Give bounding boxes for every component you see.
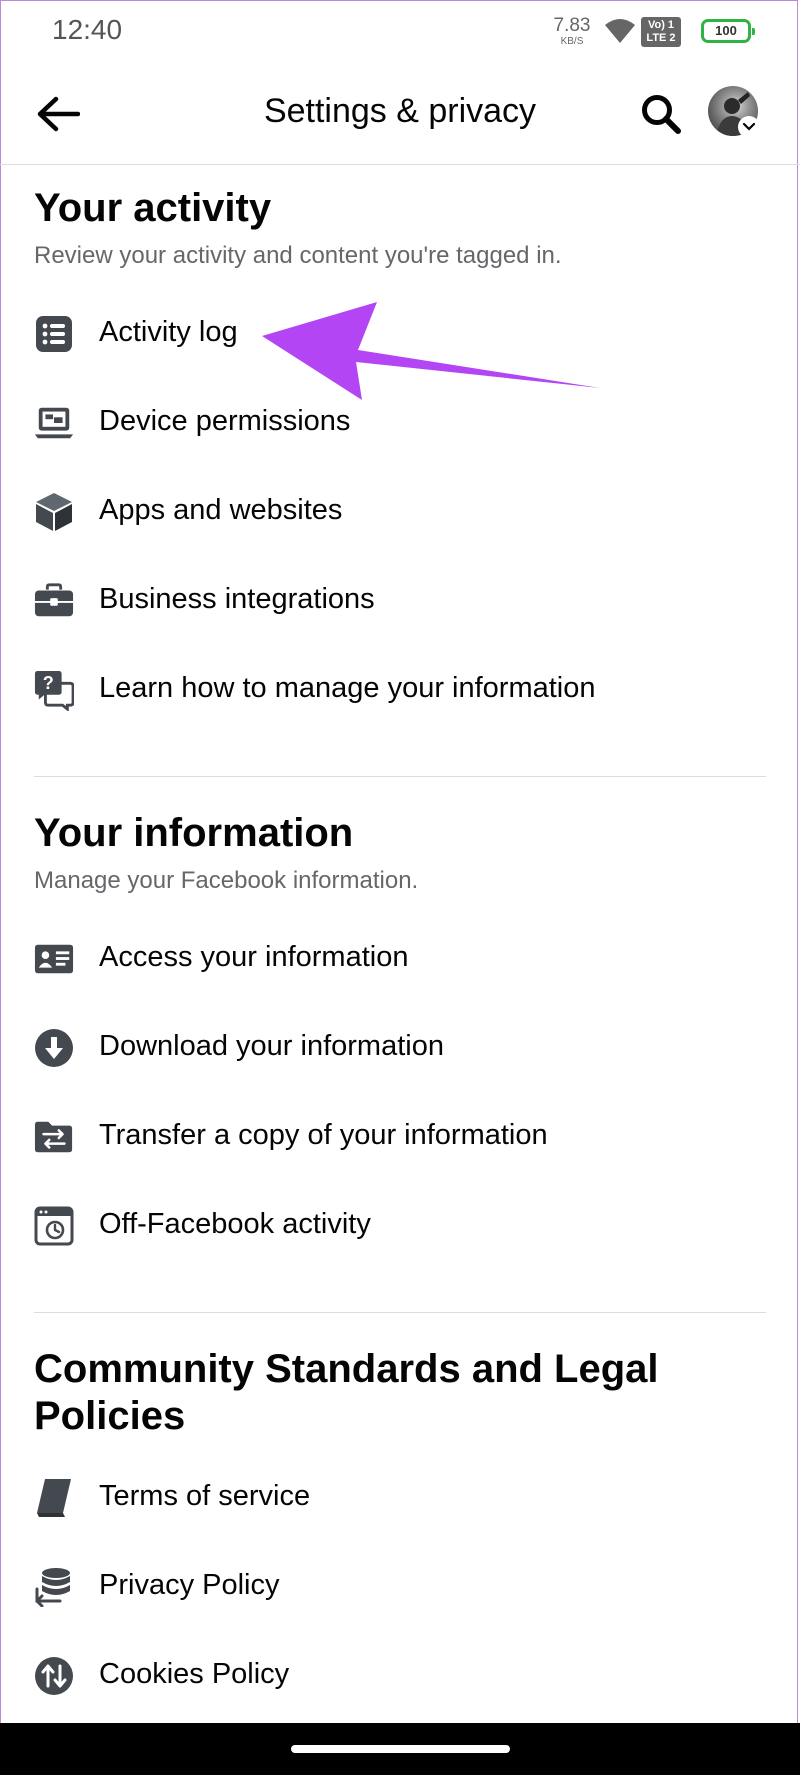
database-icon [34,1567,74,1607]
menu-item-apps-and-websites[interactable]: Apps and websites [0,474,800,550]
menu-item-learn-manage-information[interactable]: ? Learn how to manage your information [0,652,800,728]
folder-transfer-icon [34,1117,74,1157]
top-app-bar: Settings & privacy [0,64,800,165]
volte-line1: Vo) 1 [647,19,675,31]
list-icon [34,314,74,354]
battery-icon: 100 [701,19,755,43]
book-icon [34,1478,74,1518]
section-subtitle-your-activity: Review your activity and content you're … [34,242,562,269]
cookie-arrows-icon [34,1656,74,1696]
menu-item-terms-of-service[interactable]: Terms of service [0,1460,800,1536]
status-bar: 12:40 7.83 KB/S Vo) 1 LTE 2 100 [0,0,800,64]
search-button[interactable] [636,86,686,142]
briefcase-icon [34,581,74,621]
menu-item-label: Activity log [99,316,238,348]
menu-item-label: Terms of service [99,1480,311,1512]
menu-item-label: Download your information [99,1030,444,1062]
account-switcher-button[interactable] [738,116,760,138]
menu-item-access-your-information[interactable]: Access your information [0,921,800,997]
menu-item-label: Business integrations [99,583,375,615]
menu-item-download-your-information[interactable]: Download your information [0,1010,800,1086]
menu-item-label: Transfer a copy of your information [99,1119,548,1151]
system-navigation-bar [0,1723,800,1775]
volte-line2: LTE 2 [646,32,676,44]
section-divider [34,776,766,777]
menu-item-label: Access your information [99,941,409,973]
volte-signal-icon: Vo) 1 LTE 2 [641,17,681,47]
section-title-your-information: Your information [34,811,354,855]
cube-icon [34,492,74,532]
menu-item-label: Apps and websites [99,494,343,526]
wifi-icon [605,19,635,43]
chevron-down-icon [742,122,756,131]
network-speed: 7.83 KB/S [552,16,592,47]
battery-level: 100 [715,23,737,38]
menu-item-label: Learn how to manage your information [99,672,596,704]
network-speed-value: 7.83 [553,15,591,36]
network-speed-unit: KB/S [560,36,584,47]
section-title-community-standards: Community Standards and Legal Policies [34,1347,659,1438]
history-window-icon [34,1206,74,1246]
section-subtitle-your-information: Manage your Facebook information. [34,867,419,894]
laptop-icon [34,403,74,443]
search-icon [642,95,681,134]
menu-item-label: Device permissions [99,405,351,437]
section-divider [34,1312,766,1313]
menu-item-label: Off-Facebook activity [99,1208,371,1240]
menu-item-cookies-policy[interactable]: Cookies Policy [0,1638,800,1714]
id-card-icon [34,939,74,979]
menu-item-off-facebook-activity[interactable]: Off-Facebook activity [0,1188,800,1264]
menu-item-label: Cookies Policy [99,1658,290,1690]
section-title-your-activity: Your activity [34,186,272,230]
download-icon [34,1028,74,1068]
svg-text:?: ? [43,673,54,693]
menu-item-business-integrations[interactable]: Business integrations [0,563,800,639]
status-time: 12:40 [52,14,123,45]
annotation-arrow [262,302,600,400]
menu-item-label: Privacy Policy [99,1569,280,1601]
home-indicator[interactable] [291,1745,510,1753]
question-chat-icon: ? [34,670,74,711]
menu-item-transfer-information[interactable]: Transfer a copy of your information [0,1099,800,1175]
menu-item-privacy-policy[interactable]: Privacy Policy [0,1549,800,1625]
